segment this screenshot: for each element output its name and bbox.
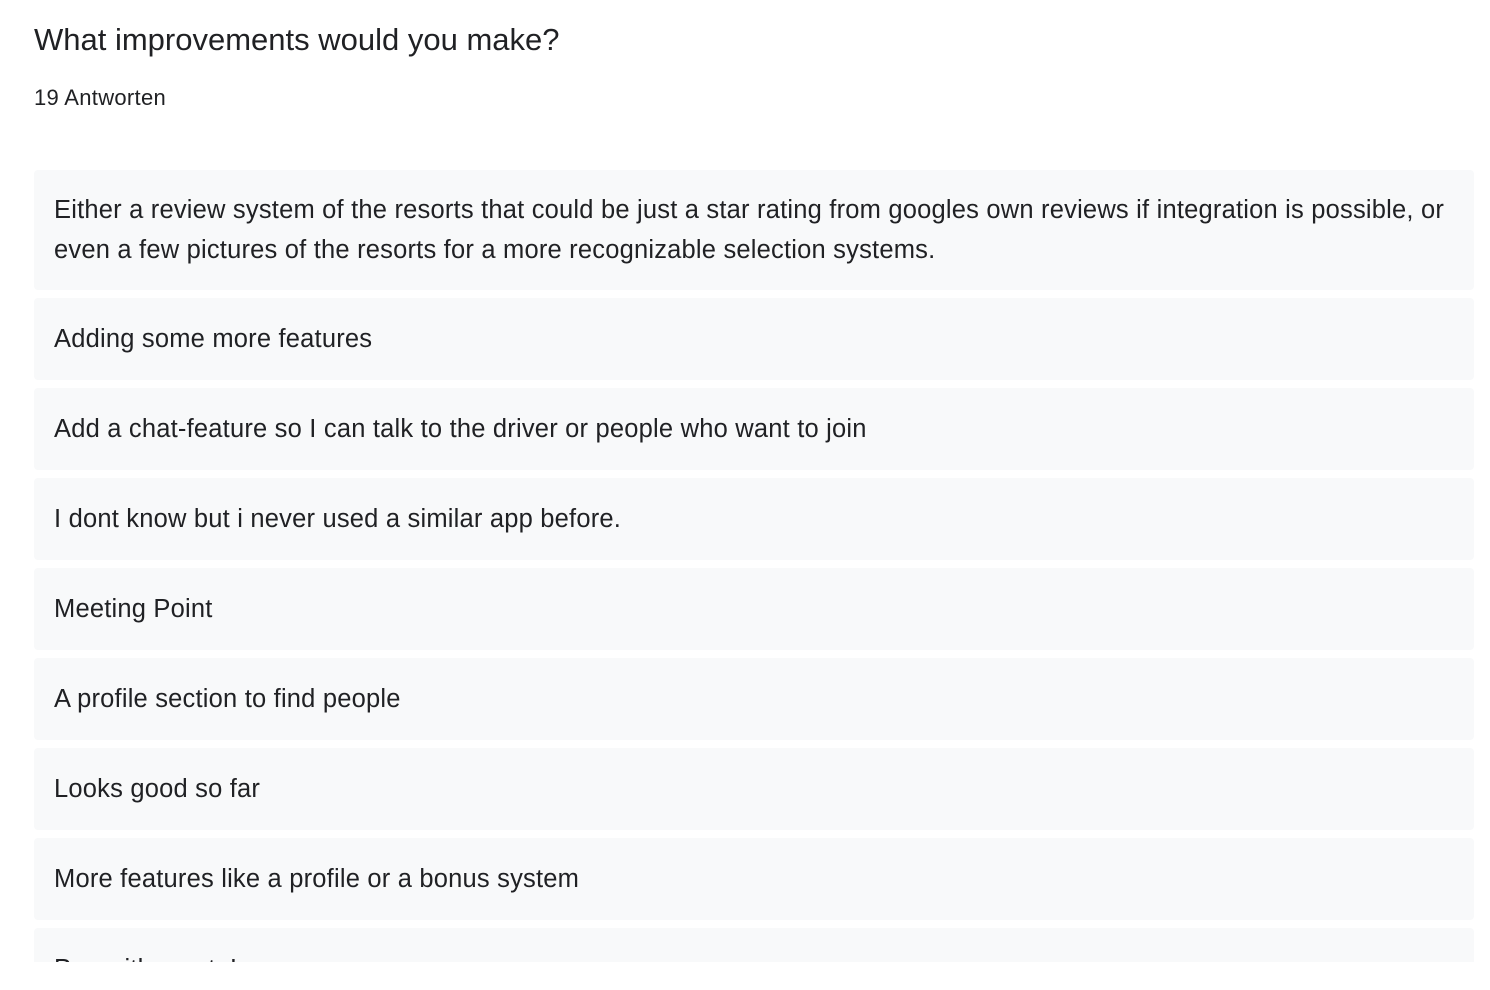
responses-list-viewport[interactable]: Either a review system of the resorts th… [34,170,1474,962]
question-title: What improvements would you make? [34,22,560,57]
response-item: More features like a profile or a bonus … [34,838,1474,920]
response-count: 19 Antworten [34,85,167,110]
response-item: Add a chat-feature so I can talk to the … [34,388,1474,470]
response-item: A profile section to find people [34,658,1474,740]
response-item: Adding some more features [34,298,1474,380]
response-item: Meeting Point [34,568,1474,650]
responses-list: Either a review system of the resorts th… [34,170,1474,962]
response-item: I dont know but i never used a similar a… [34,478,1474,560]
response-item: Pay with crypto! [34,928,1474,962]
response-item: Looks good so far [34,748,1474,830]
response-item: Either a review system of the resorts th… [34,170,1474,290]
